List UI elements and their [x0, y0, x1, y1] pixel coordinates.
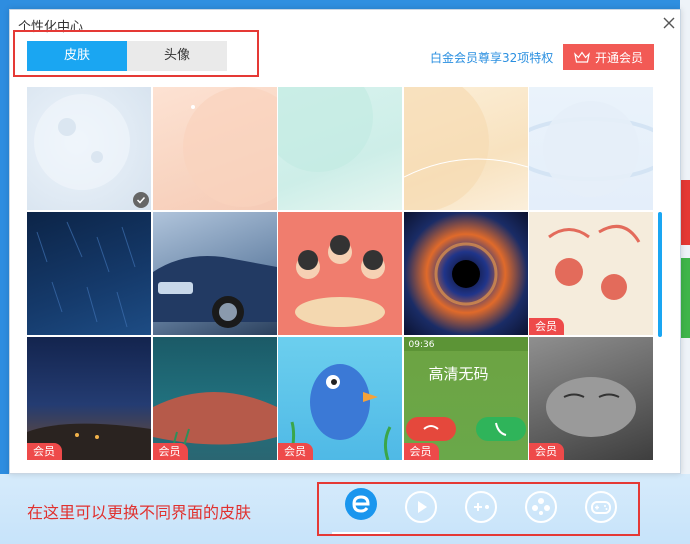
skin-tile[interactable]: 会员: [529, 212, 653, 335]
skin-tile[interactable]: [152, 87, 277, 210]
play-icon[interactable]: [404, 490, 438, 524]
skin-tile[interactable]: [27, 212, 151, 335]
desktop-background-right: [680, 0, 690, 474]
browser-e-icon[interactable]: [344, 487, 378, 521]
skin-tile[interactable]: 会员: [529, 337, 653, 460]
vip-badge: 会员: [27, 443, 62, 460]
open-vip-label: 开通会员: [594, 50, 643, 65]
privilege-link[interactable]: 白金会员尊享32项特权: [430, 49, 553, 66]
selected-check-icon: [133, 192, 149, 208]
vip-badge: 会员: [152, 443, 188, 460]
background-green-block: [680, 258, 690, 338]
open-vip-button[interactable]: 开通会员: [563, 44, 654, 70]
skin-tile[interactable]: 09:36 高清无码 会员: [403, 337, 528, 460]
phone-time: 09:36: [408, 340, 435, 350]
phone-caption: 高清无码: [428, 365, 489, 383]
scrollbar-thumb[interactable]: [658, 212, 662, 337]
skin-tile[interactable]: 会员: [152, 337, 277, 460]
skin-tile[interactable]: [403, 212, 528, 335]
clover-icon[interactable]: [524, 490, 558, 524]
skin-grid: 会员 会员 会员 会员 09:36 高清无码 会员 会员: [27, 87, 653, 461]
skin-tile[interactable]: 会员: [27, 337, 151, 460]
vip-badge: 会员: [529, 443, 564, 460]
annotation-text: 在这里可以更换不同界面的皮肤: [27, 503, 252, 522]
skin-tile[interactable]: [278, 87, 402, 210]
vip-badge: 会员: [529, 318, 564, 335]
skin-tile[interactable]: [529, 87, 653, 210]
vip-badge: 会员: [278, 443, 313, 460]
vip-badge: 会员: [403, 443, 439, 460]
skin-tile[interactable]: [403, 87, 528, 210]
plus-circle-icon[interactable]: [464, 490, 498, 524]
personalization-dialog: 个性化中心 皮肤 头像 白金会员尊享32项特权 开通会员 会员 会员 会员 会员…: [9, 9, 681, 474]
tab-avatar[interactable]: 头像: [127, 41, 227, 71]
active-tab-underline: [332, 532, 390, 534]
background-red-block: [680, 180, 690, 245]
tab-bar: 皮肤 头像: [27, 41, 227, 71]
gamepad-icon[interactable]: [584, 490, 618, 524]
tab-skin[interactable]: 皮肤: [27, 41, 127, 71]
skin-tile[interactable]: 会员: [278, 337, 402, 460]
skin-tile[interactable]: [27, 87, 151, 210]
skin-tile[interactable]: [152, 212, 277, 335]
close-icon[interactable]: [660, 14, 678, 32]
skin-tile[interactable]: [278, 212, 402, 335]
crown-icon: [574, 51, 590, 63]
